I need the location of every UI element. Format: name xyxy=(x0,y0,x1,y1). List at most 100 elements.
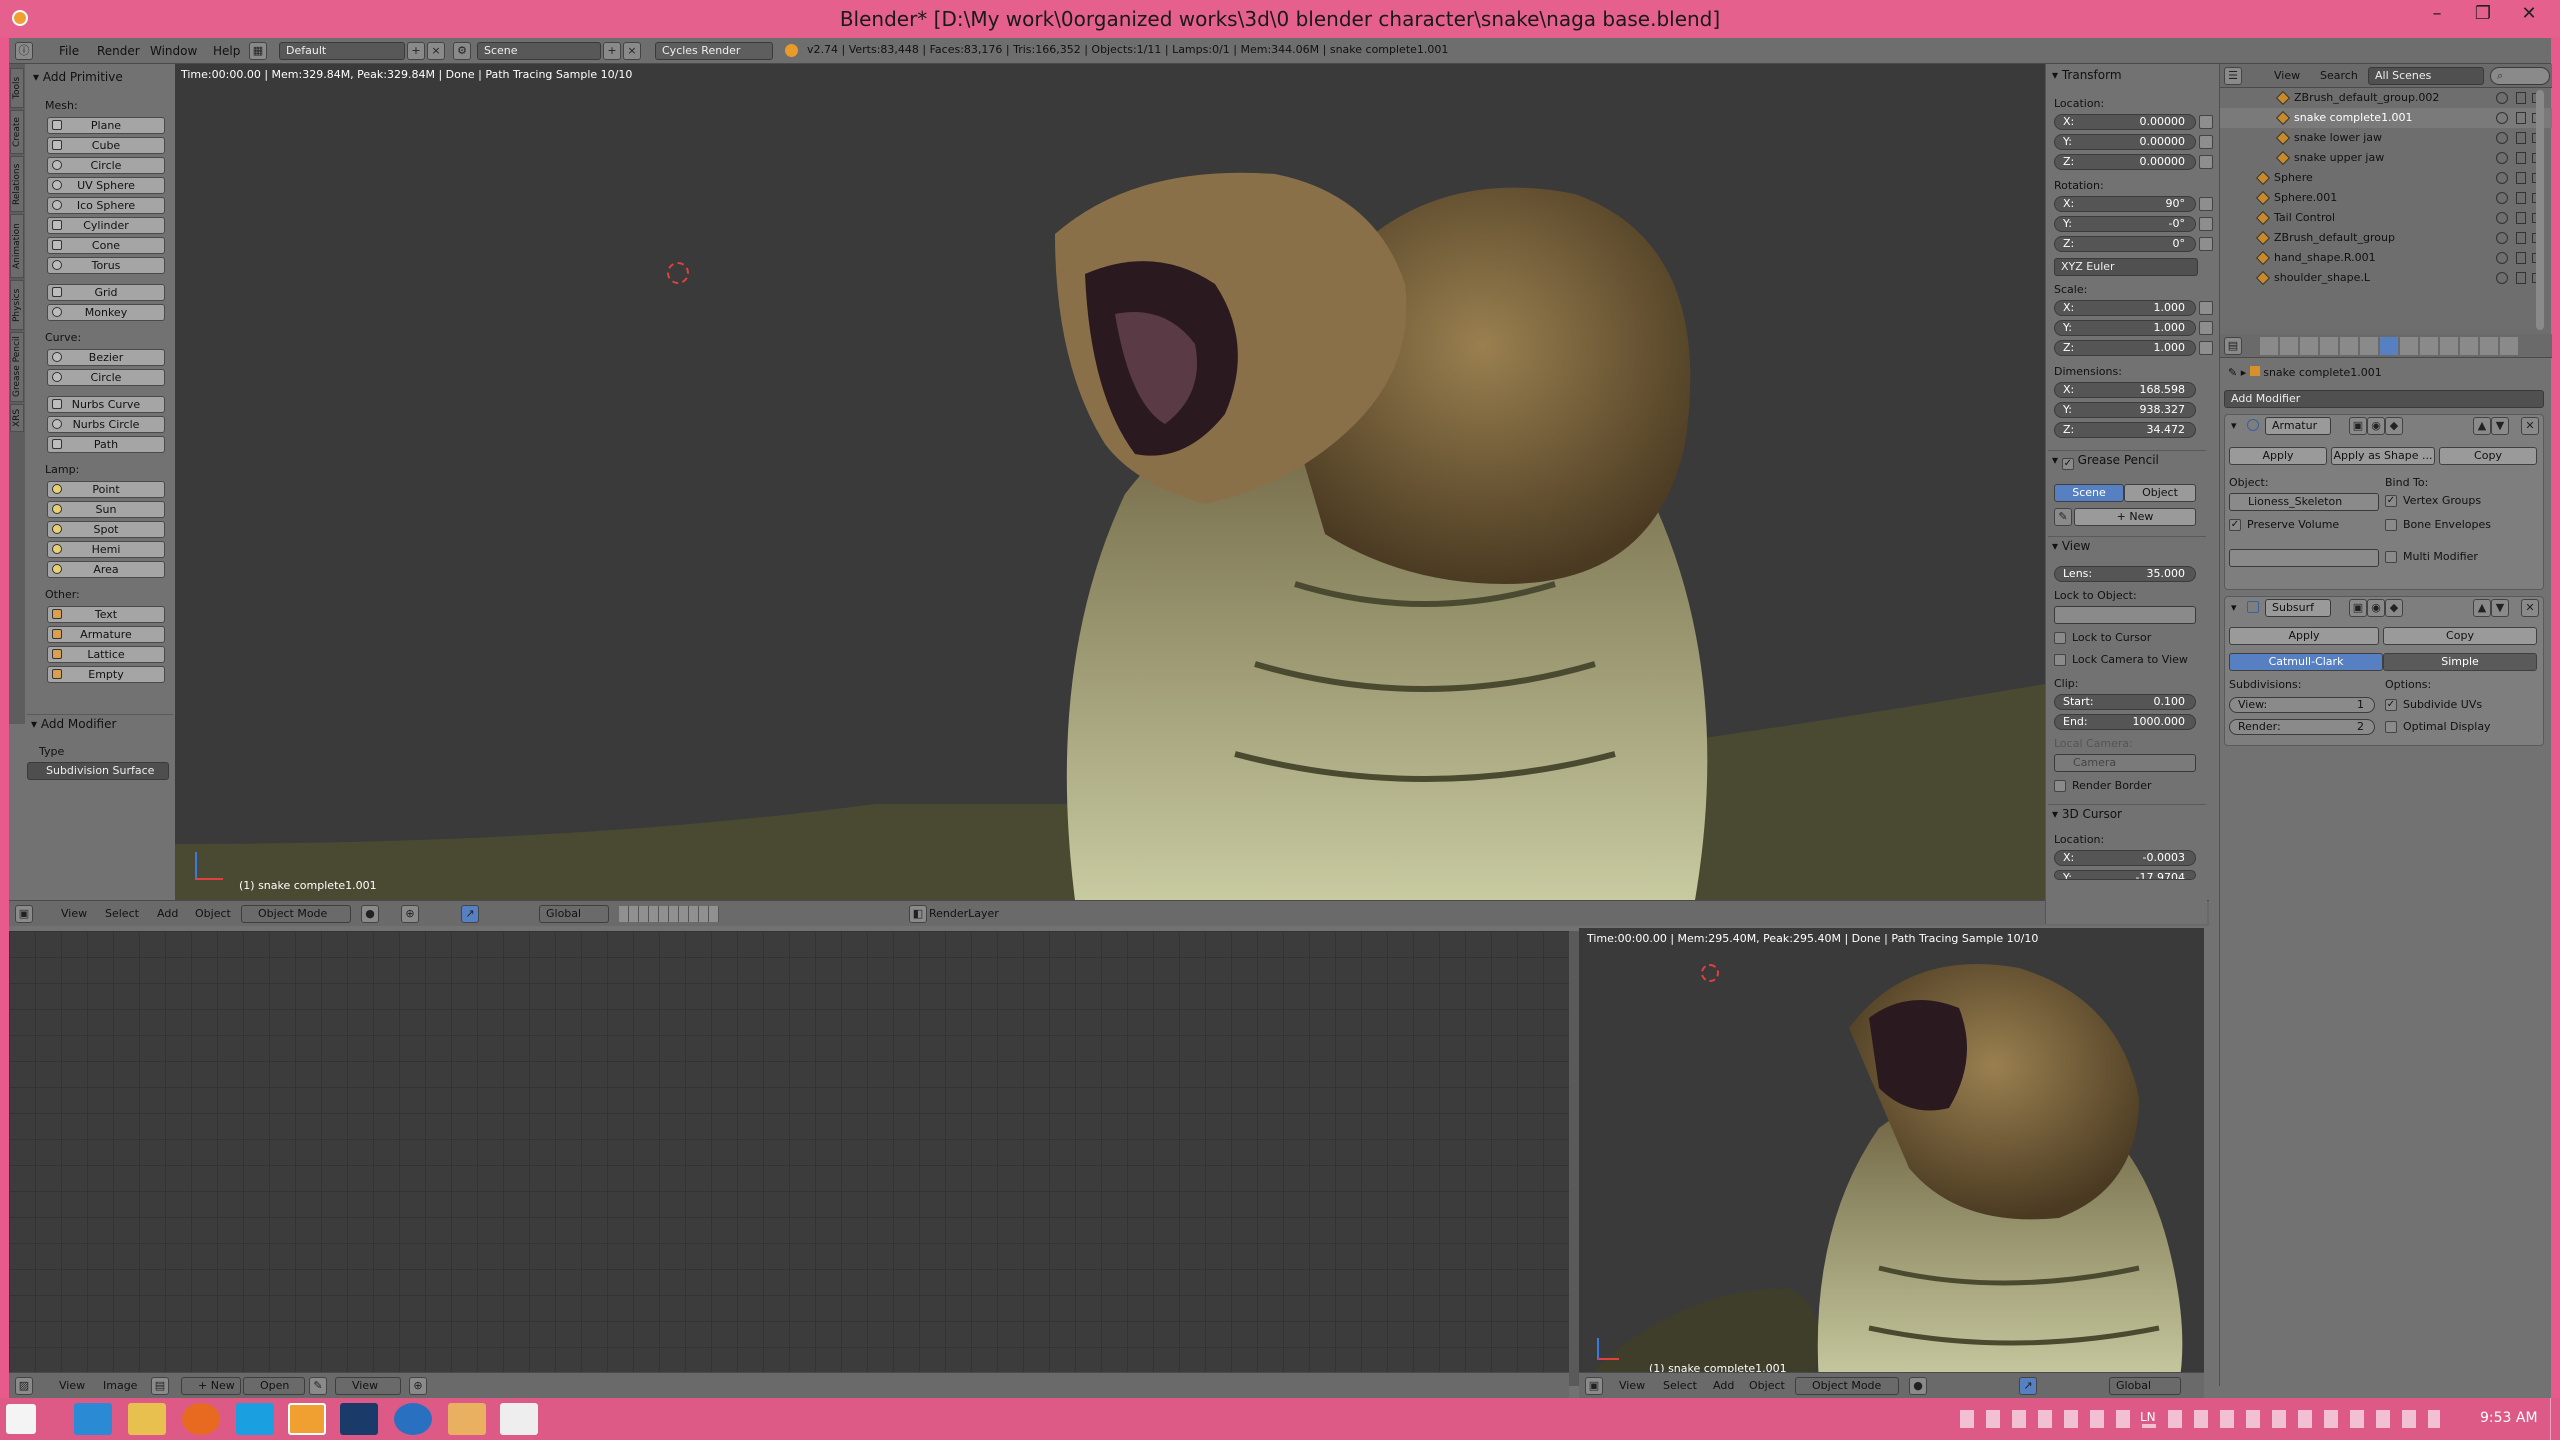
realtime-toggle-icon[interactable]: ◉ xyxy=(2367,417,2385,435)
rotation-z-field[interactable]: Z: 0° xyxy=(2054,236,2196,252)
add-nurbs-curve-button[interactable]: Nurbs Curve xyxy=(47,396,165,413)
scene-selector[interactable]: Scene xyxy=(477,42,601,60)
ie-icon[interactable] xyxy=(74,1403,112,1435)
add-plane-button[interactable]: Plane xyxy=(47,117,165,134)
renderlayer-label[interactable]: RenderLayer xyxy=(929,906,999,922)
add-curve-circle-button[interactable]: Circle xyxy=(47,369,165,386)
shading-icon[interactable]: ● xyxy=(361,905,379,923)
add-scene-icon[interactable]: + xyxy=(603,42,621,60)
grease-pencil-icon[interactable]: ✎ xyxy=(2054,508,2072,526)
editmode-toggle-icon[interactable]: ◆ xyxy=(2385,599,2403,617)
render-toggle-icon[interactable]: ▣ xyxy=(2349,417,2367,435)
menu-render[interactable]: Render xyxy=(97,42,140,60)
visibility-eye-icon[interactable] xyxy=(2496,172,2508,184)
3d-viewport-secondary[interactable]: Time:00:00.00 | Mem:295.40M, Peak:295.40… xyxy=(1579,928,2204,1384)
editmode-toggle-icon[interactable]: ◆ xyxy=(2385,417,2403,435)
select-arrow-icon[interactable] xyxy=(2516,232,2526,244)
grease-scene-button[interactable]: Scene xyxy=(2054,484,2124,502)
maximize-button[interactable]: ❐ xyxy=(2460,0,2506,30)
language-indicator[interactable]: LN xyxy=(2140,1410,2156,1424)
outliner-row[interactable]: hand_shape.R.001 xyxy=(2220,248,2552,268)
lock-location-z-icon[interactable] xyxy=(2199,155,2213,169)
area-separator[interactable] xyxy=(1569,931,1579,1386)
add-torus-button[interactable]: Torus xyxy=(47,257,165,274)
add-ico-sphere-button[interactable]: Ico Sphere xyxy=(47,197,165,214)
skype-icon[interactable] xyxy=(236,1403,274,1435)
clip-end-field[interactable]: End: 1000.000 xyxy=(2054,714,2196,730)
cursor-x-field[interactable]: X: -0.0003 xyxy=(2054,850,2196,866)
add-cylinder-button[interactable]: Cylinder xyxy=(47,217,165,234)
location-z-field[interactable]: Z: 0.00000 xyxy=(2054,154,2196,170)
panel-last-operator[interactable]: ▾ Add Modifier xyxy=(27,714,173,732)
local-camera-field[interactable]: Camera xyxy=(2054,754,2196,772)
lock-rotation-x-icon[interactable] xyxy=(2199,197,2213,211)
add-empty-button[interactable]: Empty xyxy=(47,666,165,683)
select-arrow-icon[interactable] xyxy=(2516,112,2526,124)
tab-physics[interactable]: Physics xyxy=(10,280,24,330)
render-border-checkbox[interactable] xyxy=(2054,780,2066,792)
browser-icon[interactable] xyxy=(394,1403,432,1435)
secondary-menu-view[interactable]: View xyxy=(1619,1378,1645,1394)
scene-icon[interactable]: ⚙ xyxy=(453,42,471,60)
show-desktop-button[interactable] xyxy=(2550,1398,2560,1440)
scale-y-field[interactable]: Y: 1.000 xyxy=(2054,320,2196,336)
bone-envelopes-checkbox[interactable] xyxy=(2385,519,2397,531)
scale-z-field[interactable]: Z: 1.000 xyxy=(2054,340,2196,356)
image-view-mode-select[interactable]: View xyxy=(335,1377,401,1395)
add-spot-lamp-button[interactable]: Spot xyxy=(47,521,165,538)
app-icon[interactable] xyxy=(500,1403,538,1435)
armature-modifier-name[interactable]: Armatur xyxy=(2265,417,2331,435)
visibility-eye-icon[interactable] xyxy=(2496,232,2508,244)
collapse-arrow-icon[interactable]: ▾ xyxy=(2231,601,2237,614)
add-grid-button[interactable]: Grid xyxy=(47,284,165,301)
start-windows-icon[interactable] xyxy=(6,1404,36,1434)
lock-location-y-icon[interactable] xyxy=(2199,135,2213,149)
optimal-display-checkbox[interactable] xyxy=(2385,721,2397,733)
select-arrow-icon[interactable] xyxy=(2516,152,2526,164)
visibility-eye-icon[interactable] xyxy=(2496,152,2508,164)
panel-add-primitive[interactable]: ▾ Add Primitive xyxy=(29,68,123,86)
secondary-3d-cursor-icon[interactable] xyxy=(1701,964,1719,982)
outliner-scrollbar[interactable] xyxy=(2536,90,2544,330)
tab-animation[interactable]: Animation xyxy=(10,214,24,278)
subsurf-modifier-name[interactable]: Subsurf xyxy=(2265,599,2331,617)
multi-modifier-checkbox[interactable] xyxy=(2385,551,2397,563)
cursor-y-field[interactable]: Y: -17.9704 xyxy=(2054,870,2196,880)
viewport-menu-add[interactable]: Add xyxy=(157,906,178,922)
rotation-mode-select[interactable]: XYZ Euler xyxy=(2054,258,2198,276)
3d-viewport-main[interactable]: Time:00:00.00 | Mem:329.84M, Peak:329.84… xyxy=(175,64,2045,900)
remove-modifier-icon[interactable]: ✕ xyxy=(2521,417,2539,435)
select-arrow-icon[interactable] xyxy=(2516,92,2526,104)
render-toggle-icon[interactable]: ▣ xyxy=(2349,599,2367,617)
blender-taskbar-icon[interactable] xyxy=(288,1403,326,1435)
pin-image-icon[interactable]: ✎ xyxy=(309,1377,327,1395)
catmull-clark-button[interactable]: Catmull-Clark xyxy=(2229,653,2383,671)
add-area-lamp-button[interactable]: Area xyxy=(47,561,165,578)
tab-relations[interactable]: Relations xyxy=(10,156,24,212)
secondary-menu-select[interactable]: Select xyxy=(1663,1378,1697,1394)
outliner-row[interactable]: Sphere.001 xyxy=(2220,188,2552,208)
minimize-button[interactable]: – xyxy=(2414,0,2460,30)
viewport-menu-select[interactable]: Select xyxy=(105,906,139,922)
media-player-icon[interactable] xyxy=(448,1403,486,1435)
clip-start-field[interactable]: Start: 0.100 xyxy=(2054,694,2196,710)
add-path-button[interactable]: Path xyxy=(47,436,165,453)
outliner-menu-search[interactable]: Search xyxy=(2320,68,2358,84)
tab-create[interactable]: Create xyxy=(10,110,24,154)
outliner-editor-icon[interactable]: ☰ xyxy=(2224,67,2242,85)
add-circle-button[interactable]: Circle xyxy=(47,157,165,174)
lens-field[interactable]: Lens: 35.000 xyxy=(2054,566,2196,582)
armature-object-field[interactable]: Lioness_Skeleton xyxy=(2229,493,2379,511)
interaction-mode-select[interactable]: Object Mode xyxy=(241,905,351,923)
add-armature-button[interactable]: Armature xyxy=(47,626,165,643)
lock-scale-z-icon[interactable] xyxy=(2199,341,2213,355)
location-x-field[interactable]: X: 0.00000 xyxy=(2054,114,2196,130)
add-cone-button[interactable]: Cone xyxy=(47,237,165,254)
pivot-point-icon[interactable]: ⊕ xyxy=(409,1377,427,1395)
add-modifier-select[interactable]: Add Modifier xyxy=(2224,390,2544,408)
add-hemi-lamp-button[interactable]: Hemi xyxy=(47,541,165,558)
move-up-icon[interactable]: ▲ xyxy=(2473,599,2491,617)
lock-camera-checkbox[interactable] xyxy=(2054,654,2066,666)
preserve-volume-checkbox[interactable]: ✓ xyxy=(2229,519,2241,531)
scale-x-field[interactable]: X: 1.000 xyxy=(2054,300,2196,316)
